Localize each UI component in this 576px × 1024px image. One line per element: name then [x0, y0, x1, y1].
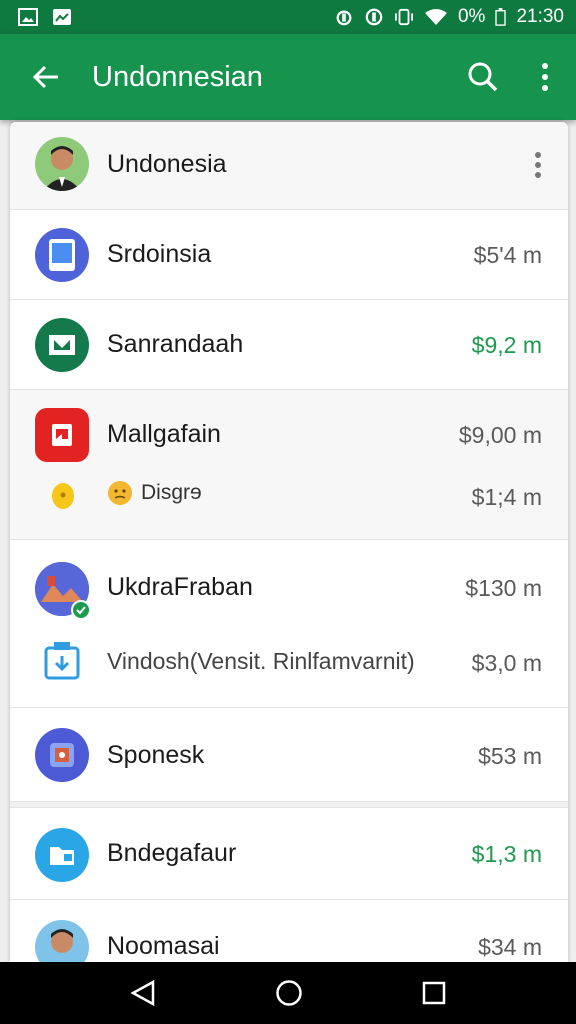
list-item[interactable]: Mallgafain $9,00 m Disgrɘ $1;4 m — [10, 390, 568, 540]
gallery-notification-icon — [18, 8, 38, 26]
item-name: Srdoinsia — [107, 240, 212, 268]
battery-percent: 0% — [457, 6, 486, 27]
list-item[interactable]: UkdraFraban $130 m Vindosh(Vensit. Rinlf… — [10, 540, 568, 708]
avatar — [35, 137, 89, 191]
app-bar: Undonnesian — [0, 34, 576, 120]
lemon-icon — [52, 483, 74, 509]
avatar — [35, 920, 89, 962]
list-item[interactable]: Bndegafaur $1,3 m — [10, 808, 568, 900]
overflow-menu-button[interactable] — [514, 34, 576, 120]
nav-back-button[interactable] — [129, 979, 157, 1007]
vibrate-icon — [394, 8, 413, 26]
nav-recents-button[interactable] — [421, 980, 447, 1006]
sync-icon — [365, 8, 383, 26]
calendar-icon — [35, 408, 89, 462]
list-item[interactable]: Srdoinsia $5'4 m — [10, 210, 568, 300]
header-name: Undonesia — [107, 150, 227, 178]
item-amount: $1,3 m — [471, 841, 542, 867]
item-name: Bndegafaur — [107, 839, 237, 867]
item-name: Mallgafain — [107, 420, 221, 448]
landscape-icon — [35, 562, 91, 620]
nav-home-button[interactable] — [275, 979, 303, 1007]
item-amount: $130 m — [465, 575, 542, 601]
item-amount: $9,2 m — [471, 332, 542, 358]
more-vert-icon[interactable] — [534, 152, 542, 178]
status-bar: 0% 21:30 — [0, 0, 576, 34]
search-icon — [468, 62, 498, 92]
header-row[interactable]: Undonesia — [10, 122, 568, 210]
item-name: Sponesk — [107, 741, 205, 769]
item-name: UkdraFraban — [107, 573, 253, 601]
photo-icon — [35, 728, 89, 782]
list-item[interactable]: Sponesk $53 m — [10, 708, 568, 802]
back-button[interactable] — [0, 34, 92, 120]
alarm-icon — [336, 10, 352, 26]
folder-icon — [35, 828, 89, 882]
wifi-icon — [424, 9, 447, 25]
page-title: Undonnesian — [92, 60, 263, 93]
item-amount: $53 m — [478, 743, 542, 769]
download-box-icon — [44, 642, 80, 680]
sub-amount: $1;4 m — [471, 484, 542, 510]
item-name: Sanrandaah — [107, 330, 244, 358]
system-nav-bar — [0, 962, 576, 1024]
battery-icon — [495, 8, 507, 26]
sub-label: Vindosh(Vensit. Rinlfamvarnit) — [107, 648, 415, 674]
item-amount: $5'4 m — [473, 242, 542, 268]
more-vert-icon — [542, 63, 548, 91]
sub-amount: $3,0 m — [471, 650, 542, 676]
arrow-back-icon — [32, 65, 58, 89]
sub-label: Disgrɘ — [141, 481, 202, 504]
search-button[interactable] — [452, 34, 514, 120]
content-card: Undonesia Srdoinsia $5'4 m Sanrandaah $9… — [10, 122, 568, 962]
emoji-face-icon — [108, 481, 132, 505]
check-badge-icon — [71, 600, 91, 620]
item-amount: $9,00 m — [458, 422, 542, 448]
list-item[interactable]: Sanrandaah $9,2 m — [10, 300, 568, 390]
item-amount: $34 m — [478, 934, 542, 960]
image-notification-icon — [53, 9, 71, 25]
mail-icon — [35, 318, 89, 372]
tablet-icon — [35, 228, 89, 282]
clock: 21:30 — [516, 6, 564, 27]
list-item[interactable]: Noomasai $34 m — [10, 900, 568, 962]
item-name: Noomasai — [107, 932, 220, 960]
sub-item: Disgrɘ — [107, 480, 202, 506]
